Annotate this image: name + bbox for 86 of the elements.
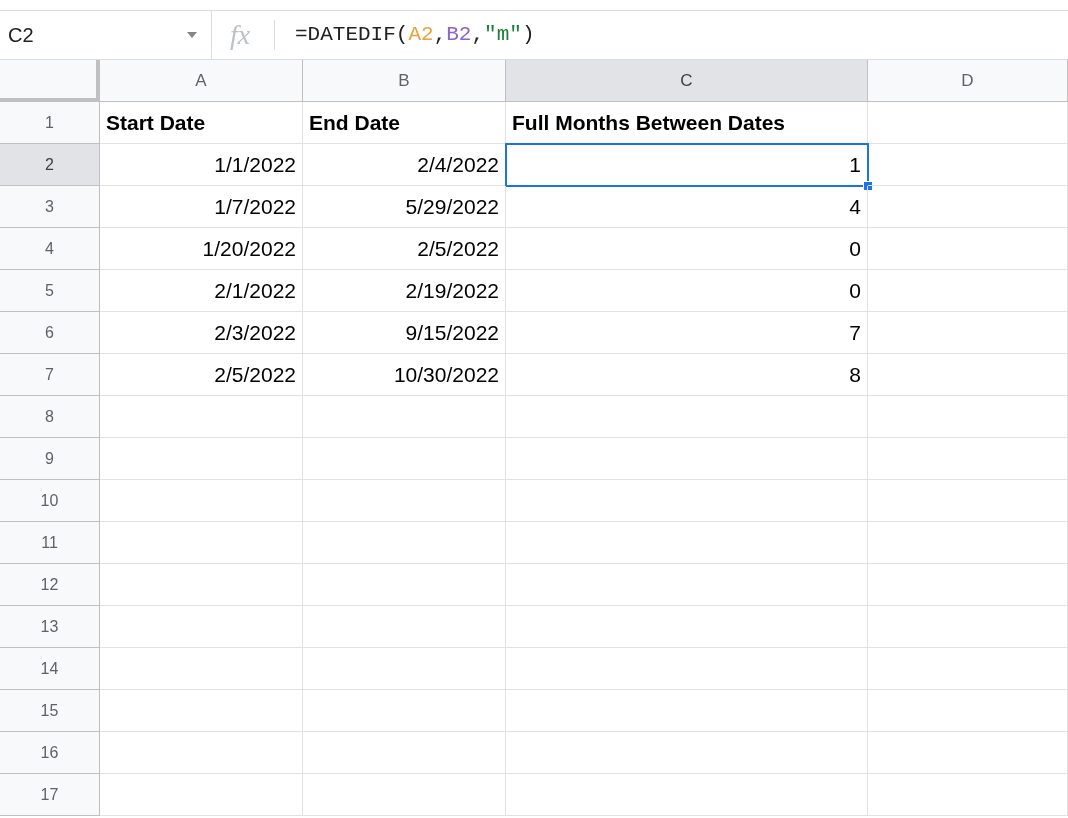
empty-cell[interactable] xyxy=(506,480,868,522)
table-cell[interactable]: 10/30/2022 xyxy=(303,354,506,396)
table-cell[interactable]: 2/4/2022 xyxy=(303,144,506,186)
empty-cell[interactable] xyxy=(303,690,506,732)
empty-cell[interactable] xyxy=(303,522,506,564)
empty-cell[interactable] xyxy=(506,732,868,774)
empty-cell[interactable] xyxy=(868,270,1068,312)
row-header[interactable]: 5 xyxy=(0,270,100,312)
empty-cell[interactable] xyxy=(506,396,868,438)
empty-cell[interactable] xyxy=(303,732,506,774)
table-cell[interactable]: Full Months Between Dates xyxy=(506,102,868,144)
row-header[interactable]: 8 xyxy=(0,396,100,438)
table-cell[interactable]: 1 xyxy=(506,144,868,186)
empty-cell[interactable] xyxy=(868,354,1068,396)
empty-cell[interactable] xyxy=(868,102,1068,144)
empty-cell[interactable] xyxy=(868,186,1068,228)
empty-cell[interactable] xyxy=(506,606,868,648)
row-header[interactable]: 14 xyxy=(0,648,100,690)
table-cell[interactable]: 2/5/2022 xyxy=(303,228,506,270)
row-header[interactable]: 16 xyxy=(0,732,100,774)
row-header[interactable]: 13 xyxy=(0,606,100,648)
row-header[interactable]: 6 xyxy=(0,312,100,354)
table-cell[interactable]: 0 xyxy=(506,228,868,270)
row-header[interactable]: 1 xyxy=(0,102,100,144)
empty-cell[interactable] xyxy=(506,564,868,606)
column-header[interactable]: A xyxy=(100,60,303,102)
dropdown-caret-icon xyxy=(187,32,197,38)
select-all-corner[interactable] xyxy=(0,60,100,102)
row-header[interactable]: 11 xyxy=(0,522,100,564)
empty-cell[interactable] xyxy=(868,732,1068,774)
empty-cell[interactable] xyxy=(868,228,1068,270)
table-cell[interactable]: 9/15/2022 xyxy=(303,312,506,354)
empty-cell[interactable] xyxy=(303,396,506,438)
empty-cell[interactable] xyxy=(868,144,1068,186)
table-cell[interactable]: 8 xyxy=(506,354,868,396)
row-header[interactable]: 3 xyxy=(0,186,100,228)
empty-cell[interactable] xyxy=(303,774,506,816)
table-cell[interactable]: 2/5/2022 xyxy=(100,354,303,396)
table-cell[interactable]: 4 xyxy=(506,186,868,228)
row-header[interactable]: 7 xyxy=(0,354,100,396)
table-cell[interactable]: 5/29/2022 xyxy=(303,186,506,228)
table-cell[interactable]: 7 xyxy=(506,312,868,354)
empty-cell[interactable] xyxy=(868,480,1068,522)
row-header[interactable]: 12 xyxy=(0,564,100,606)
name-box[interactable]: C2 xyxy=(0,11,212,59)
empty-cell[interactable] xyxy=(506,690,868,732)
row-header[interactable]: 15 xyxy=(0,690,100,732)
table-cell[interactable]: 2/1/2022 xyxy=(100,270,303,312)
empty-cell[interactable] xyxy=(868,438,1068,480)
table-cell[interactable]: Start Date xyxy=(100,102,303,144)
empty-cell[interactable] xyxy=(868,564,1068,606)
column-header[interactable]: C xyxy=(506,60,868,102)
table-cell[interactable]: 1/1/2022 xyxy=(100,144,303,186)
column-header[interactable]: D xyxy=(868,60,1068,102)
empty-cell[interactable] xyxy=(506,438,868,480)
empty-cell[interactable] xyxy=(506,522,868,564)
table-cell[interactable]: 1/7/2022 xyxy=(100,186,303,228)
column-header[interactable]: B xyxy=(303,60,506,102)
empty-cell[interactable] xyxy=(303,438,506,480)
empty-cell[interactable] xyxy=(506,774,868,816)
row-header[interactable]: 17 xyxy=(0,774,100,816)
empty-cell[interactable] xyxy=(868,606,1068,648)
cell-reference: C2 xyxy=(8,23,35,48)
empty-cell[interactable] xyxy=(868,522,1068,564)
empty-cell[interactable] xyxy=(868,396,1068,438)
empty-cell[interactable] xyxy=(303,648,506,690)
table-cell[interactable]: 2/3/2022 xyxy=(100,312,303,354)
empty-cell[interactable] xyxy=(868,312,1068,354)
row-header[interactable]: 4 xyxy=(0,228,100,270)
table-cell[interactable]: 0 xyxy=(506,270,868,312)
table-cell[interactable]: End Date xyxy=(303,102,506,144)
table-cell[interactable]: 1/20/2022 xyxy=(100,228,303,270)
function-icon: fx xyxy=(230,21,270,49)
empty-cell[interactable] xyxy=(868,774,1068,816)
row-header[interactable]: 2 xyxy=(0,144,100,186)
empty-cell[interactable] xyxy=(303,606,506,648)
empty-cell[interactable] xyxy=(868,648,1068,690)
row-header[interactable]: 9 xyxy=(0,438,100,480)
empty-cell[interactable] xyxy=(506,648,868,690)
table-cell[interactable]: 2/19/2022 xyxy=(303,270,506,312)
formula-input[interactable]: =DATEDIF(A2,B2,"m") xyxy=(295,19,535,51)
empty-cell[interactable] xyxy=(868,690,1068,732)
empty-cell[interactable] xyxy=(303,480,506,522)
empty-cell[interactable] xyxy=(303,564,506,606)
fill-handle[interactable] xyxy=(863,181,873,191)
row-header[interactable]: 10 xyxy=(0,480,100,522)
